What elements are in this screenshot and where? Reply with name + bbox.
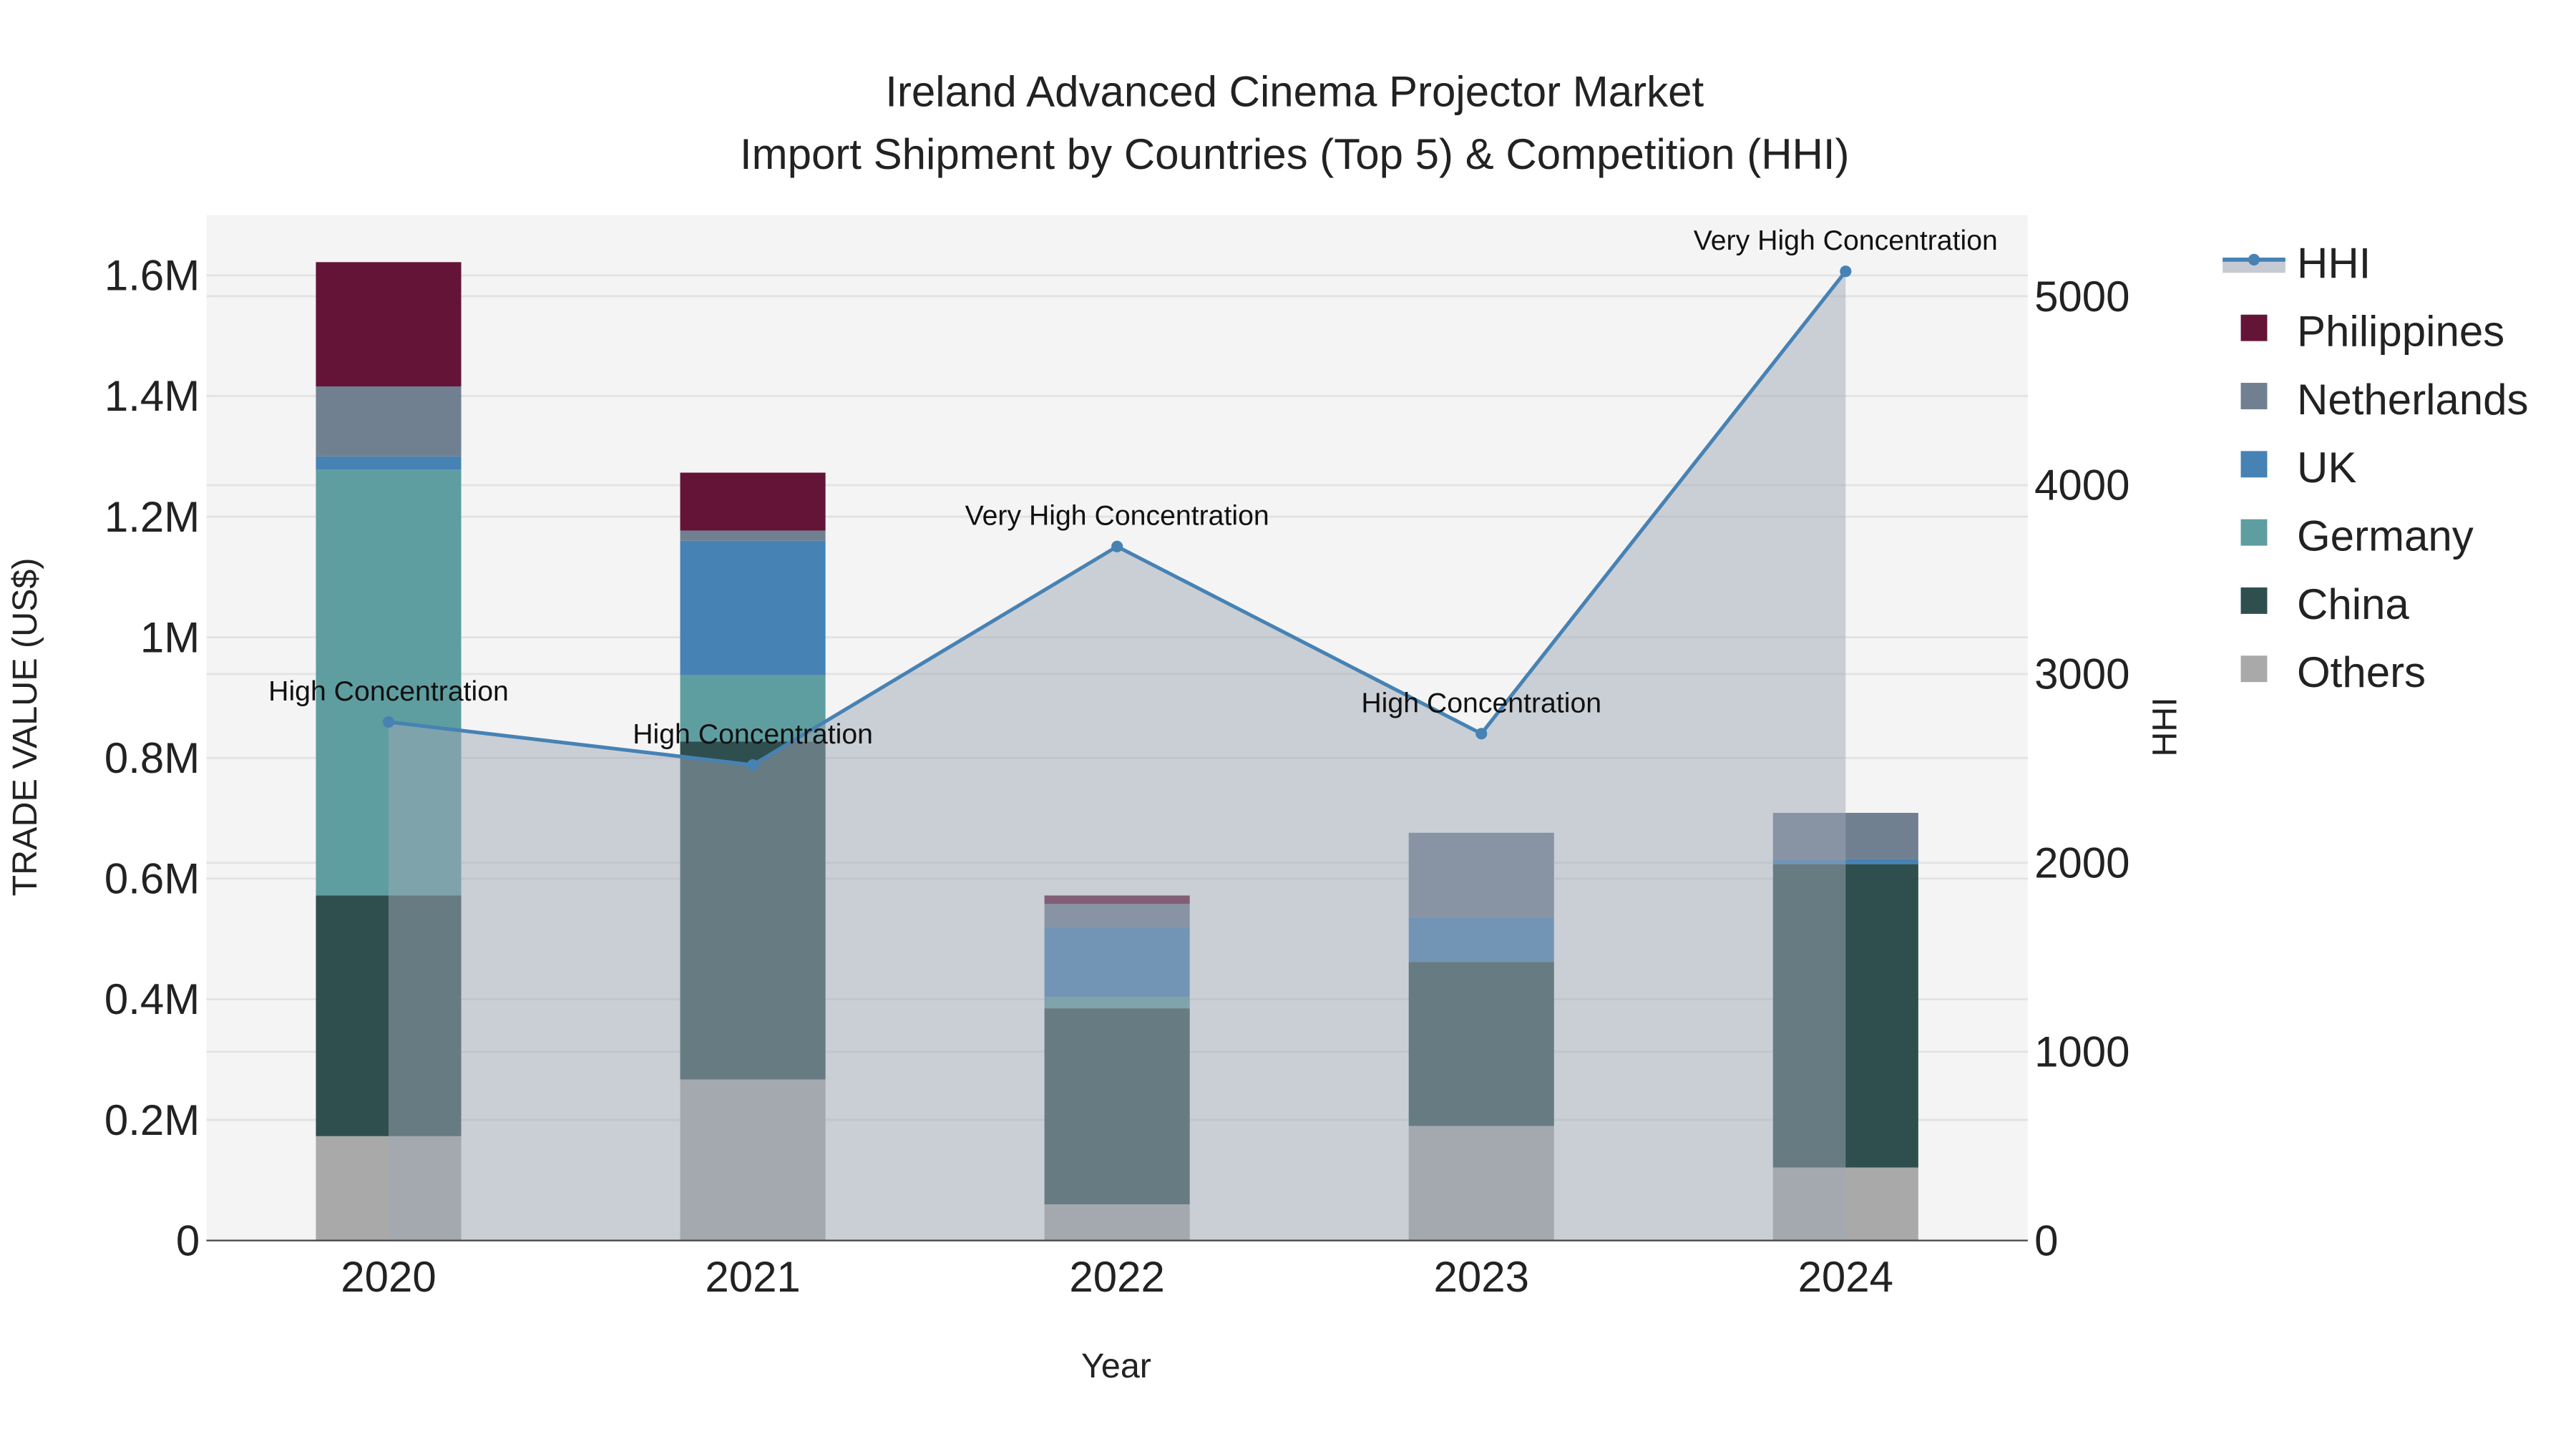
bar-philippines-2020 — [316, 262, 462, 386]
chart: Ireland Advanced Cinema Projector Market… — [6, 67, 2529, 1385]
legend-item-philippines[interactable]: Philippines — [2240, 308, 2505, 356]
y2-tick-label: 3000 — [2034, 650, 2129, 698]
x-tick-label: 2020 — [341, 1253, 436, 1301]
x-tick-label: 2022 — [1069, 1253, 1164, 1301]
legend-label: HHI — [2297, 239, 2371, 287]
hhi-annotation: High Concentration — [268, 675, 509, 707]
y-tick-label: 0 — [176, 1216, 200, 1264]
hhi-point — [1111, 540, 1123, 552]
y2-tick-label: 0 — [2034, 1216, 2058, 1264]
y-tick-label: 0.6M — [104, 855, 200, 903]
y2-tick-label: 1000 — [2034, 1028, 2129, 1076]
y-tick-label: 1.6M — [104, 252, 200, 300]
x-axis-label: Year — [1081, 1347, 1151, 1385]
legend-item-china[interactable]: China — [2240, 580, 2410, 628]
y2-tick-label: 5000 — [2034, 273, 2129, 321]
legend-swatch — [2240, 314, 2268, 341]
y2-axis-label: HHI — [2146, 697, 2185, 756]
hhi-point — [747, 759, 759, 771]
bar-netherlands-2021 — [680, 530, 826, 541]
bar-uk-2021 — [680, 540, 826, 675]
hhi-annotation: Very High Concentration — [1694, 225, 1998, 256]
y2-tick-label: 2000 — [2034, 839, 2129, 887]
hhi-annotation: High Concentration — [633, 718, 873, 750]
legend-label: China — [2297, 580, 2409, 628]
legend-swatch — [2240, 383, 2268, 409]
y-tick-label: 1M — [140, 613, 200, 661]
y-tick-label: 1.4M — [104, 372, 200, 420]
hhi-point — [1840, 265, 1852, 278]
x-tick-label: 2024 — [1798, 1253, 1893, 1301]
legend-label: Philippines — [2297, 308, 2504, 356]
legend-swatch — [2240, 655, 2268, 683]
bar-uk-2020 — [316, 456, 462, 470]
legend-label: UK — [2297, 444, 2356, 492]
bar-netherlands-2020 — [316, 386, 462, 457]
hhi-annotation: Very High Concentration — [965, 500, 1269, 532]
legend-item-others[interactable]: Others — [2240, 648, 2426, 696]
legend-label: Germany — [2297, 512, 2474, 560]
y-tick-label: 0.2M — [104, 1096, 200, 1144]
legend-label: Others — [2297, 648, 2426, 696]
hhi-point — [382, 716, 395, 728]
legend-swatch — [2240, 519, 2268, 546]
bar-philippines-2021 — [680, 472, 826, 531]
y-tick-label: 1.2M — [104, 493, 200, 541]
legend-label: Netherlands — [2297, 376, 2529, 424]
hhi-point — [1475, 728, 1488, 740]
legend-item-germany[interactable]: Germany — [2240, 512, 2474, 560]
y-axis-label: TRADE VALUE (US$) — [6, 557, 44, 896]
hhi-legend-marker — [2248, 253, 2260, 265]
legend-item-uk[interactable]: UK — [2240, 444, 2357, 492]
legend-item-hhi[interactable]: HHI — [2223, 239, 2371, 287]
legend-swatch — [2240, 587, 2268, 614]
y-tick-label: 0.8M — [104, 734, 200, 782]
legend-swatch — [2240, 451, 2268, 478]
chart-subtitle: Import Shipment by Countries (Top 5) & C… — [740, 130, 1850, 178]
y-tick-label: 0.4M — [104, 975, 200, 1023]
y2-tick-label: 4000 — [2034, 462, 2129, 509]
chart-title: Ireland Advanced Cinema Projector Market — [885, 67, 1704, 115]
hhi-annotation: High Concentration — [1361, 687, 1601, 718]
x-tick-label: 2021 — [705, 1253, 800, 1301]
x-tick-label: 2023 — [1433, 1253, 1528, 1301]
legend-item-netherlands[interactable]: Netherlands — [2240, 376, 2529, 424]
